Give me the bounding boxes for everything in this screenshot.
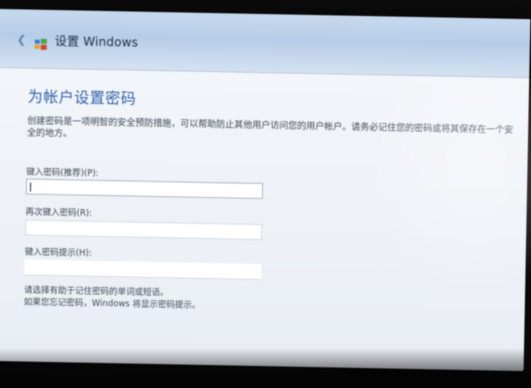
hint-help-text: 请选择有助于记住密码的单词或短语。 如果您忘记密码，Windows 将显示密码提…: [23, 285, 201, 311]
confirm-password-label: 再次键入密码(R):: [25, 207, 93, 219]
back-arrow-icon[interactable]: ❮: [17, 33, 27, 46]
page-description: 创建密码是一项明智的安全预防措施，可以帮助防止其他用户访问您的用户帐户。请务必记…: [26, 116, 514, 140]
photo-frame: ❮ 设置 Windows 为帐户设置密码 创建密码是一项明智的安全预防措施，可以…: [0, 0, 531, 388]
confirm-password-input[interactable]: [25, 219, 263, 241]
windows-setup-icon: [34, 35, 48, 50]
password-label: 键入密码(推荐)(P):: [26, 167, 99, 179]
password-hint-input[interactable]: [24, 259, 262, 281]
page-title: 为帐户设置密码: [27, 87, 137, 108]
page-content: 为帐户设置密码 创建密码是一项明智的安全预防措施，可以帮助防止其他用户访问您的用…: [23, 68, 518, 357]
window-title: 设置 Windows: [54, 34, 139, 50]
text-caret: [29, 182, 32, 192]
password-input[interactable]: [25, 178, 264, 200]
setup-window: ❮ 设置 Windows 为帐户设置密码 创建密码是一项明智的安全预防措施，可以…: [0, 8, 531, 372]
password-hint-label: 键入密码提示(H):: [24, 247, 92, 259]
